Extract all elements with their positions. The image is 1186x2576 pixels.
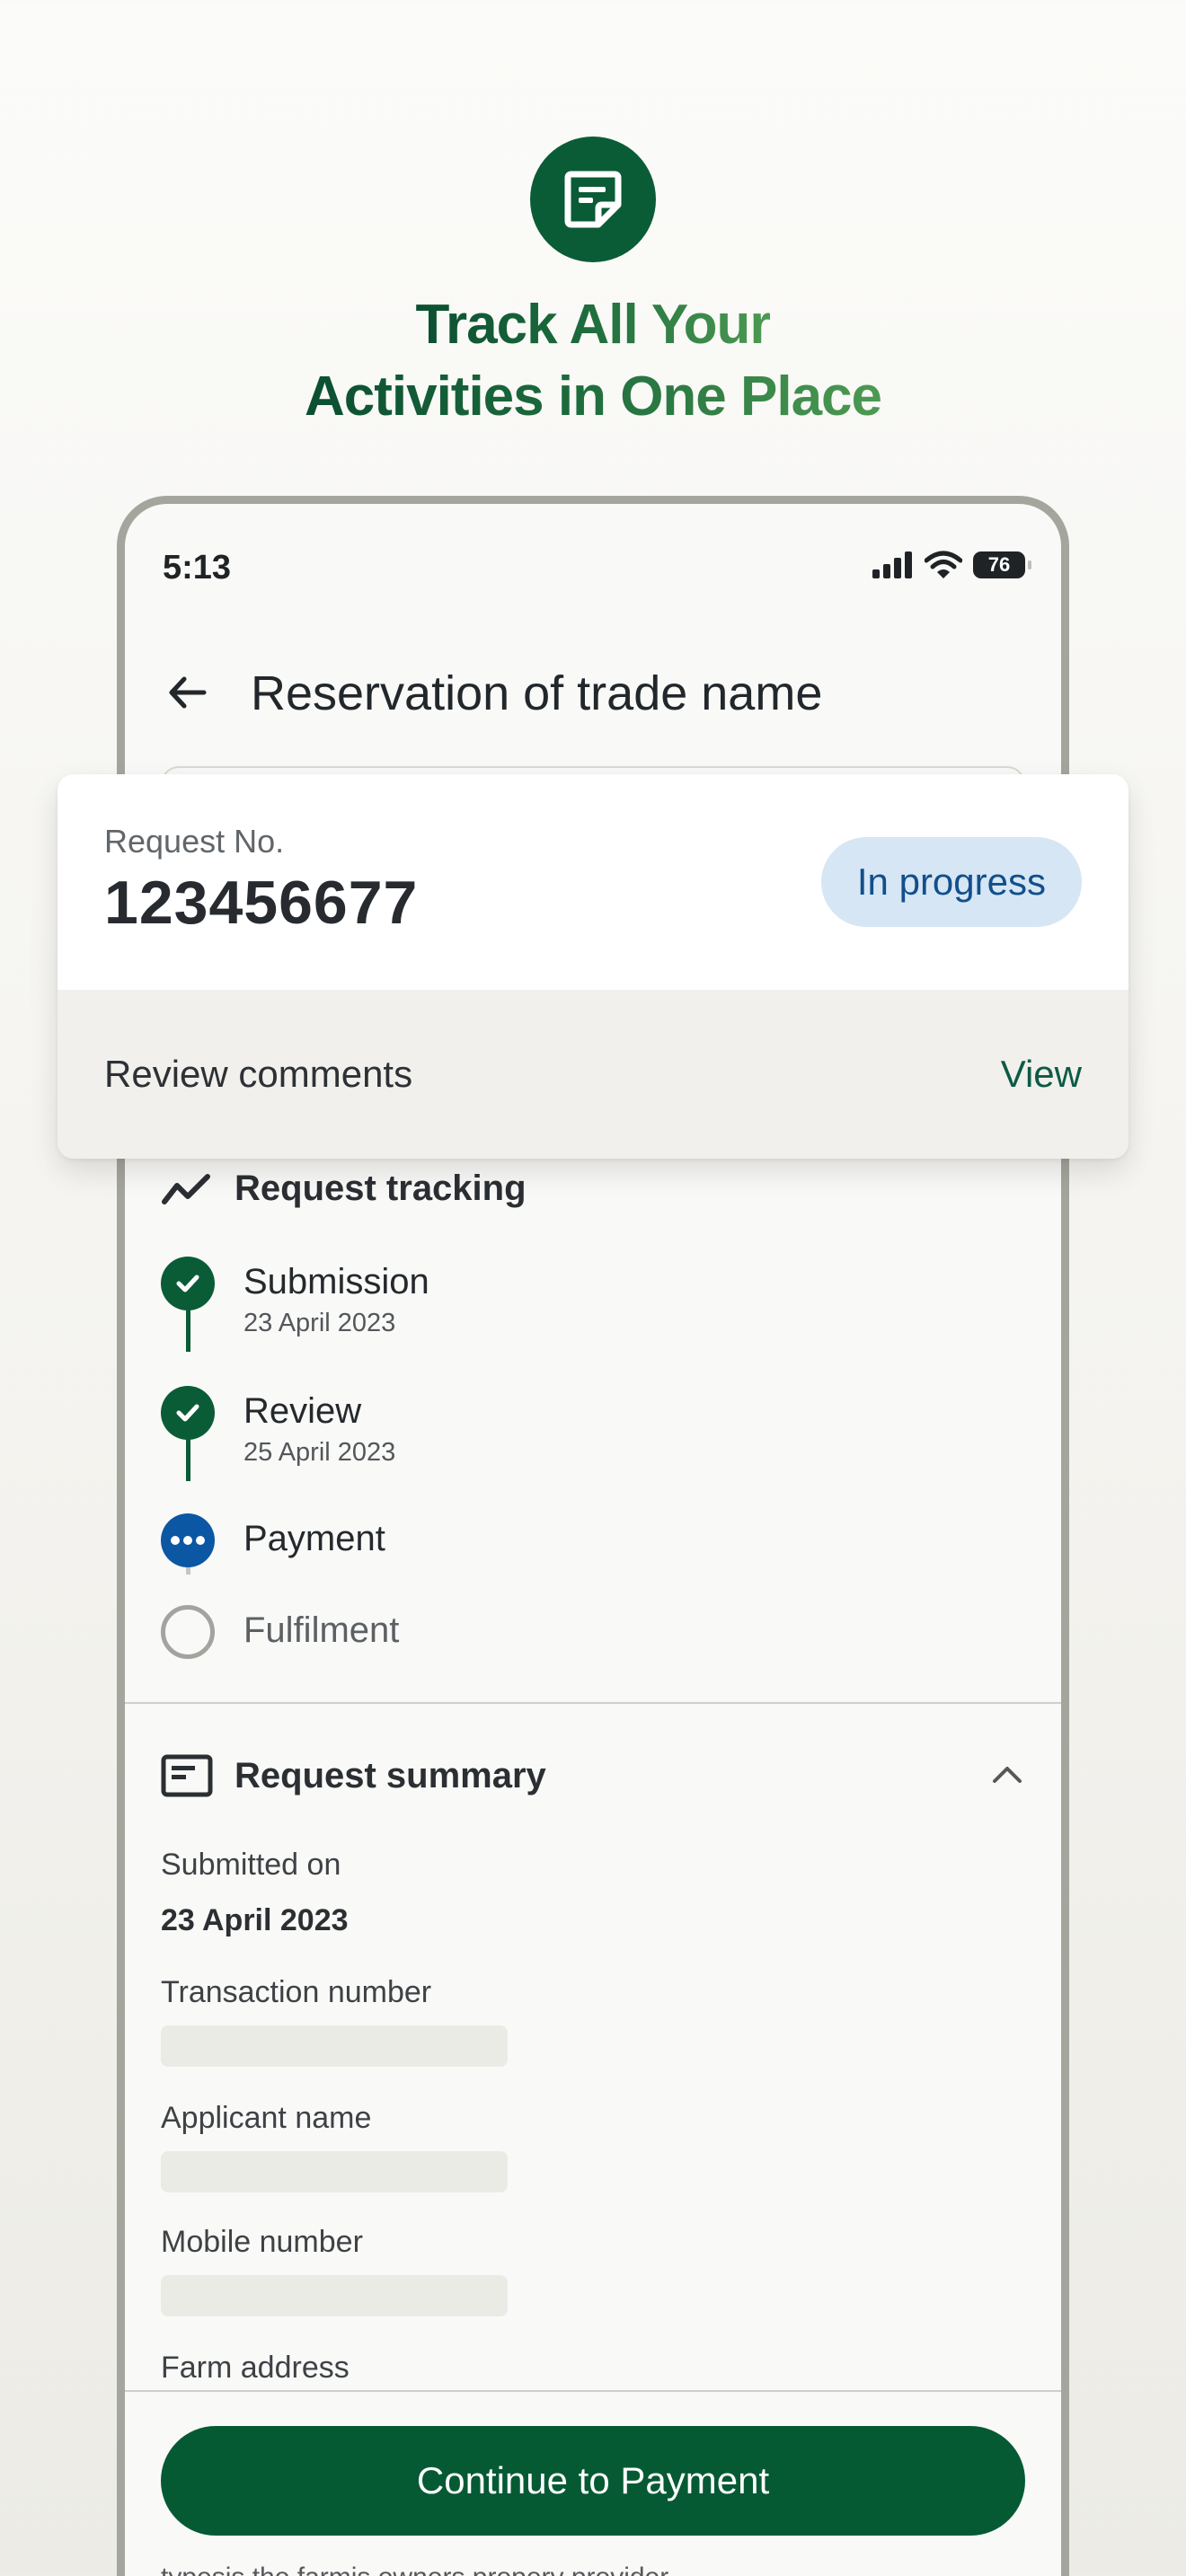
- step-date: 25 April 2023: [243, 1438, 396, 1467]
- battery-level: 76: [987, 553, 1011, 576]
- check-icon: [161, 1257, 215, 1310]
- tracking-title: Request tracking: [235, 1169, 527, 1208]
- review-comments-row[interactable]: Review comments View: [58, 990, 1128, 1159]
- document-note-icon: [530, 137, 656, 262]
- hero-title-line-1: Track All Your: [415, 294, 772, 356]
- applicant-label: Applicant name: [161, 2101, 372, 2135]
- status-icons: 76: [872, 551, 1031, 579]
- request-number-label: Request No.: [104, 823, 285, 860]
- step-label: Payment: [243, 1519, 385, 1558]
- bottom-action-bar: Continue to Payment typesis the farmis o…: [125, 2390, 1061, 2576]
- tracking-header: Request tracking: [161, 1169, 527, 1209]
- chevron-up-icon[interactable]: [989, 1763, 1025, 1789]
- status-time: 5:13: [163, 549, 232, 587]
- hero-title-line-2: Activities in One Place: [304, 366, 882, 428]
- more-dots-icon: [161, 1513, 215, 1567]
- step-label: Fulfilment: [243, 1610, 400, 1650]
- view-link[interactable]: View: [1001, 1053, 1082, 1096]
- signal-icon: [872, 551, 912, 578]
- mobile-label: Mobile number: [161, 2225, 363, 2259]
- page-title: Reservation of trade name: [251, 666, 823, 720]
- request-number: 123456677: [104, 869, 419, 937]
- empty-circle-icon: [161, 1605, 215, 1659]
- battery-icon: 76: [973, 551, 1031, 578]
- status-bar: 5:13 76: [125, 504, 1061, 630]
- document-icon: [161, 1754, 213, 1797]
- tracking-step-fulfilment: Fulfilment: [161, 1605, 399, 1659]
- step-label: Review: [243, 1391, 362, 1431]
- tracking-step-payment: Payment: [161, 1513, 385, 1567]
- tracking-step-submission: Submission 23 April 2023: [161, 1257, 429, 1338]
- step-label: Submission: [243, 1262, 429, 1301]
- transaction-label: Transaction number: [161, 1975, 432, 2009]
- submitted-label: Submitted on: [161, 1848, 341, 1882]
- summary-title: Request summary: [235, 1755, 546, 1795]
- review-comments-label: Review comments: [104, 1053, 413, 1095]
- request-card-header: Request No. 123456677 In progress: [58, 774, 1128, 990]
- hero-title: Track All Your Activities in One Place: [0, 289, 1186, 433]
- summary-header[interactable]: Request summary: [161, 1754, 546, 1797]
- wifi-icon: [925, 551, 962, 578]
- applicant-value-placeholder: [161, 2151, 508, 2192]
- mobile-value-placeholder: [161, 2275, 508, 2316]
- cut-off-text: typesis the farmis owners propery provid…: [161, 2563, 668, 2576]
- back-arrow-icon[interactable]: [161, 666, 215, 724]
- transaction-value-placeholder: [161, 2025, 508, 2067]
- step-date: 23 April 2023: [243, 1309, 396, 1337]
- check-icon: [161, 1386, 215, 1440]
- status-badge: In progress: [820, 837, 1082, 927]
- tracking-step-review: Review 25 April 2023: [161, 1386, 395, 1468]
- trend-line-icon: [162, 1173, 210, 1204]
- farm-address-label: Farm address: [161, 2351, 350, 2385]
- continue-to-payment-button[interactable]: Continue to Payment: [161, 2426, 1025, 2536]
- section-divider: [125, 1702, 1061, 1704]
- submitted-value: 23 April 2023: [161, 1903, 349, 1937]
- request-card: Request No. 123456677 In progress Review…: [58, 774, 1128, 1159]
